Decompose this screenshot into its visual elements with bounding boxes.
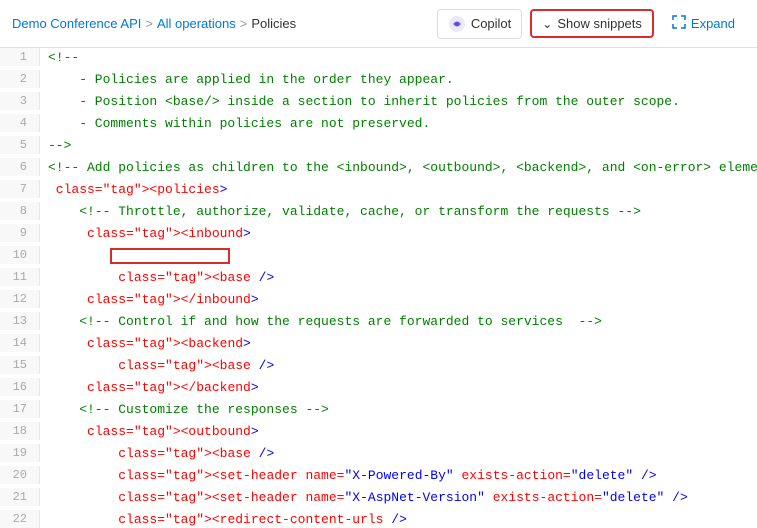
line-number: 13 <box>0 312 40 330</box>
line-content: <!-- Control if and how the requests are… <box>40 312 757 331</box>
line-number: 2 <box>0 70 40 88</box>
table-row: 12 class="tag"></inbound> <box>0 290 757 312</box>
breadcrumb-sep1: > <box>145 16 153 31</box>
breadcrumb-sep2: > <box>240 16 248 31</box>
line-content: - Comments within policies are not prese… <box>40 114 757 133</box>
line-number: 1 <box>0 48 40 66</box>
line-content: class="tag"><base /> <box>40 356 757 375</box>
breadcrumb-operations[interactable]: All operations <box>157 16 236 31</box>
line-content: class="tag"></backend> <box>40 378 757 397</box>
line-content: <!-- Throttle, authorize, validate, cach… <box>40 202 757 221</box>
line-content: class="tag"></inbound> <box>40 290 757 309</box>
table-row: 15 class="tag"><base /> <box>0 356 757 378</box>
table-row: 13 <!-- Control if and how the requests … <box>0 312 757 334</box>
table-row: 18 class="tag"><outbound> <box>0 422 757 444</box>
line-number: 12 <box>0 290 40 308</box>
code-editor[interactable]: 1<!--2 - Policies are applied in the ord… <box>0 48 757 528</box>
line-number: 17 <box>0 400 40 418</box>
line-number: 22 <box>0 510 40 528</box>
header-actions: Copilot ⌄ Show snippets Expand <box>437 9 745 39</box>
breadcrumb-api[interactable]: Demo Conference API <box>12 16 141 31</box>
line-content: <!-- Add policies as children to the <in… <box>40 158 757 177</box>
breadcrumb-policies: Policies <box>251 16 296 31</box>
table-row: 21 class="tag"><set-header name="X-AspNe… <box>0 488 757 510</box>
line-number: 20 <box>0 466 40 484</box>
table-row: 3 - Position <base/> inside a section to… <box>0 92 757 114</box>
line-content: class="tag"><outbound> <box>40 422 757 441</box>
line-number: 19 <box>0 444 40 462</box>
table-row: 4 - Comments within policies are not pre… <box>0 114 757 136</box>
line-content: class="tag"><set-header name="X-Powered-… <box>40 466 757 485</box>
line-number: 7 <box>0 180 40 198</box>
breadcrumb: Demo Conference API > All operations > P… <box>12 16 296 31</box>
table-row: 1<!-- <box>0 48 757 70</box>
expand-icon <box>672 15 686 32</box>
show-snippets-button[interactable]: ⌄ Show snippets <box>530 9 654 38</box>
snippets-label: Show snippets <box>557 16 642 31</box>
copilot-icon <box>448 15 466 33</box>
table-row: 7 class="tag"><policies> <box>0 180 757 202</box>
copilot-button[interactable]: Copilot <box>437 9 522 39</box>
table-row: 8 <!-- Throttle, authorize, validate, ca… <box>0 202 757 224</box>
line-content: class="tag"><set-header name="X-AspNet-V… <box>40 488 757 507</box>
line-content: class="tag"><backend> <box>40 334 757 353</box>
line-content: class="tag"><redirect-content-urls /> <box>40 510 757 528</box>
table-row: 9 class="tag"><inbound> <box>0 224 757 246</box>
table-row: 22 class="tag"><redirect-content-urls /> <box>0 510 757 528</box>
line-number: 8 <box>0 202 40 220</box>
table-row: 11 class="tag"><base /> <box>0 268 757 290</box>
expand-button[interactable]: Expand <box>662 10 745 37</box>
chevron-down-icon: ⌄ <box>542 17 552 31</box>
table-row: 2 - Policies are applied in the order th… <box>0 70 757 92</box>
line-number: 6 <box>0 158 40 176</box>
line-content: - Policies are applied in the order they… <box>40 70 757 89</box>
line-content <box>40 246 757 266</box>
table-row: 6<!-- Add policies as children to the <i… <box>0 158 757 180</box>
copilot-label: Copilot <box>471 16 511 31</box>
line-number: 11 <box>0 268 40 286</box>
line-content: --> <box>40 136 757 155</box>
header: Demo Conference API > All operations > P… <box>0 0 757 48</box>
line-number: 15 <box>0 356 40 374</box>
line-number: 10 <box>0 246 40 264</box>
table-row: 5--> <box>0 136 757 158</box>
line-content: <!-- Customize the responses --> <box>40 400 757 419</box>
line-content: class="tag"><policies> <box>40 180 757 199</box>
line-content: class="tag"><base /> <box>40 268 757 287</box>
line-number: 5 <box>0 136 40 154</box>
line-number: 4 <box>0 114 40 132</box>
table-row: 20 class="tag"><set-header name="X-Power… <box>0 466 757 488</box>
table-row: 17 <!-- Customize the responses --> <box>0 400 757 422</box>
line-number: 21 <box>0 488 40 506</box>
line-content: - Position <base/> inside a section to i… <box>40 92 757 111</box>
line-content: class="tag"><base /> <box>40 444 757 463</box>
line-content: <!-- <box>40 48 757 67</box>
line-number: 3 <box>0 92 40 110</box>
red-selection-box <box>110 248 230 264</box>
table-row: 10 <box>0 246 757 268</box>
table-row: 19 class="tag"><base /> <box>0 444 757 466</box>
line-number: 9 <box>0 224 40 242</box>
table-row: 14 class="tag"><backend> <box>0 334 757 356</box>
line-content: class="tag"><inbound> <box>40 224 757 243</box>
line-number: 16 <box>0 378 40 396</box>
expand-label: Expand <box>691 16 735 31</box>
table-row: 16 class="tag"></backend> <box>0 378 757 400</box>
line-number: 14 <box>0 334 40 352</box>
line-number: 18 <box>0 422 40 440</box>
